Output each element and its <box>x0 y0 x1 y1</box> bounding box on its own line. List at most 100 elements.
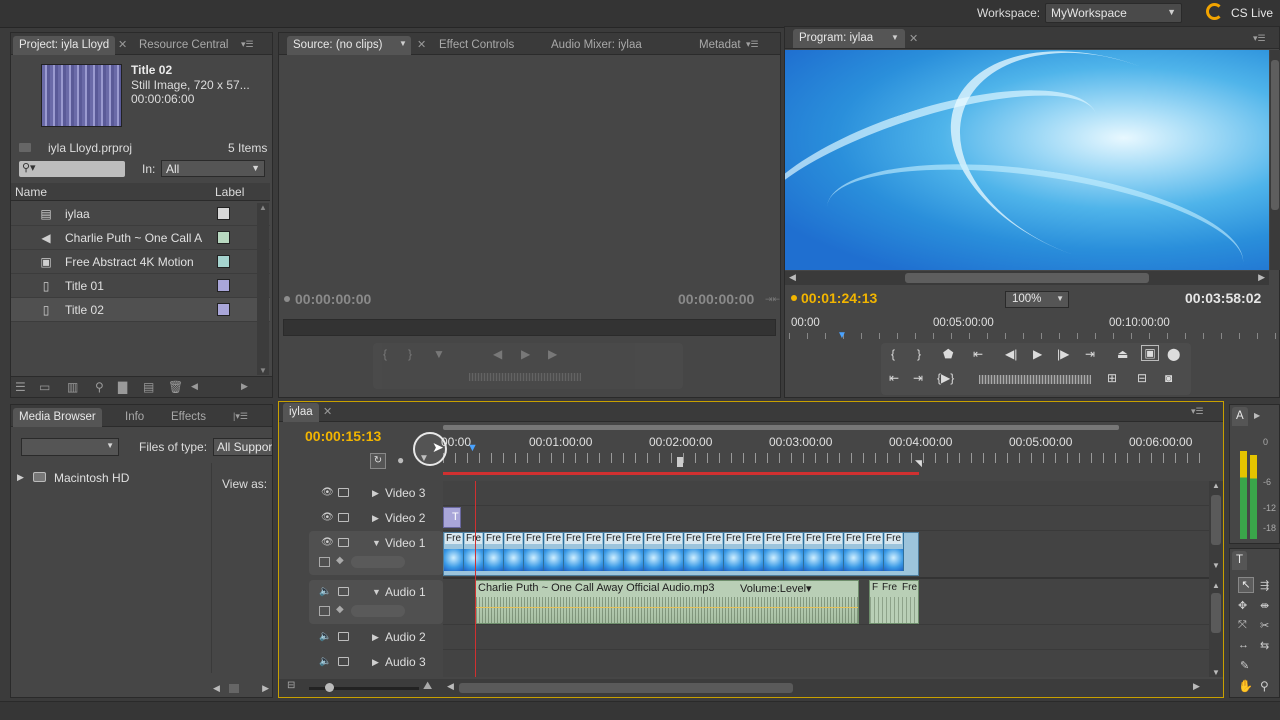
source-time-ruler[interactable] <box>283 319 776 336</box>
scroll-right-icon[interactable]: ▶ <box>262 683 269 694</box>
speaker-icon[interactable]: 🔈 <box>319 656 331 667</box>
program-v-scrollbar[interactable] <box>1270 50 1280 270</box>
audio-clip[interactable]: Charlie Puth ~ One Call Away Official Au… <box>475 580 859 624</box>
zoom-select[interactable]: 100% ▼ <box>1005 291 1069 308</box>
lift-icon[interactable]: ⏏ <box>1117 347 1128 361</box>
video-clip-segment[interactable]: Fre <box>764 533 784 571</box>
slip-tool-icon[interactable]: ↔ <box>1238 639 1249 651</box>
timeline-h-scroll-thumb[interactable] <box>459 683 793 693</box>
panel-menu-icon[interactable]: ▾☰ <box>1253 33 1266 44</box>
list-item[interactable]: ◀ Charlie Puth ~ One Call A <box>11 226 270 250</box>
close-icon[interactable]: ✕ <box>118 38 127 51</box>
slide-tool-icon[interactable]: ⇆ <box>1260 639 1269 652</box>
step-back-icon[interactable]: ◀ <box>493 347 502 361</box>
collapse-arrow-icon[interactable]: ▼ <box>372 587 381 597</box>
video-clip-segment[interactable]: Fre <box>504 533 524 571</box>
sync-lock-icon[interactable] <box>338 538 349 547</box>
zoom-slider-thumb[interactable] <box>325 683 334 692</box>
list-item[interactable]: ▯ Title 02 <box>11 298 270 322</box>
scroll-down-icon[interactable]: ▼ <box>1212 668 1220 677</box>
label-swatch[interactable] <box>217 207 230 220</box>
zoom-out-icon[interactable]: ⊟ <box>287 680 295 691</box>
go-to-out-icon[interactable]: ⇥ <box>1085 347 1095 361</box>
go-to-in-icon[interactable]: ⇤ <box>973 347 983 361</box>
cs-live-icon[interactable] <box>1206 3 1223 20</box>
expand-arrow-icon[interactable]: ▶ <box>372 513 379 524</box>
video-clip-segment[interactable]: Fre <box>744 533 764 571</box>
playhead-icon[interactable]: ▼ <box>837 330 847 341</box>
panel-menu-icon[interactable]: ▾☰ <box>1191 406 1204 417</box>
extract-icon[interactable]: ⊞ <box>1107 371 1117 385</box>
label-swatch[interactable] <box>217 279 230 292</box>
play-icon[interactable]: ▶ <box>521 347 530 361</box>
video-clip-segment[interactable]: Fre <box>804 533 824 571</box>
expand-arrow-icon[interactable]: ▶ <box>17 472 24 483</box>
mark-in-icon[interactable]: { <box>383 347 387 361</box>
scroll-left-icon[interactable]: ◀ <box>447 681 454 692</box>
trim-in-icon[interactable]: ⇤ <box>889 371 899 385</box>
video-clip-segment[interactable]: Fre <box>484 533 504 571</box>
scroll-right-icon[interactable]: ▶ <box>1193 681 1200 692</box>
hand-tool-icon[interactable]: ✋ <box>1238 679 1253 693</box>
list-view-icon[interactable]: ☰ <box>15 380 26 394</box>
rate-stretch-tool-icon[interactable]: ⤧ <box>1238 619 1247 632</box>
title-clip[interactable]: T <box>443 507 461 528</box>
tab-sequence[interactable]: iylaa <box>283 403 319 422</box>
track-select-tool-icon[interactable]: ⇶ <box>1260 579 1269 592</box>
marker-icon[interactable]: ▼ <box>433 347 445 361</box>
video-clip-segment[interactable]: Fre <box>724 533 744 571</box>
label-swatch[interactable] <box>217 255 230 268</box>
sync-lock-icon[interactable] <box>338 632 349 641</box>
eye-icon[interactable]: 👁 <box>321 537 334 548</box>
audio-clip-segments[interactable]: F Fre Fre <box>869 580 919 624</box>
tab-metadata[interactable]: Metadat <box>699 36 743 55</box>
column-label[interactable]: Label <box>215 185 244 199</box>
marker-bulb-icon[interactable]: ● <box>397 453 404 467</box>
search-input[interactable]: ⚲▾ <box>19 161 125 177</box>
tab-audio-mixer[interactable]: Audio Mixer: iylaa <box>551 36 642 55</box>
panel-menu-icon[interactable]: |▾☰ <box>233 411 248 422</box>
expand-arrow-icon[interactable]: ▶ <box>372 488 379 499</box>
video-clip-segment[interactable]: Fre <box>444 533 464 571</box>
column-name[interactable]: Name <box>15 185 47 199</box>
scroll-right-icon[interactable]: ▶ <box>241 381 248 392</box>
in-select[interactable]: All ▼ <box>161 160 265 177</box>
snap-icon[interactable]: ↻ <box>370 453 386 469</box>
new-bin-icon[interactable]: ▇ <box>118 380 127 394</box>
mark-in-icon[interactable]: { <box>891 347 895 361</box>
close-icon[interactable]: ✕ <box>417 38 426 51</box>
workspace-select[interactable]: MyWorkspace ▼ <box>1045 3 1182 23</box>
program-h-scrollbar[interactable]: ◀ ▶ <box>785 271 1269 285</box>
chevron-down-icon[interactable]: ▼ <box>891 33 899 42</box>
video-clip-segment[interactable]: Fre <box>864 533 884 571</box>
track-area[interactable]: T Fre Fre Fre Fre Fre Fre Fre Fre Fre Fre Fre Fre Fr… <box>443 481 1209 677</box>
video-clip-segment[interactable]: Fre <box>824 533 844 571</box>
display-style-icon[interactable] <box>319 557 330 567</box>
speaker-icon[interactable]: 🔈 <box>319 631 331 642</box>
scroll-down-icon[interactable]: ▼ <box>259 366 267 375</box>
video-clip[interactable]: Fre Fre Fre Fre Fre Fre Fre Fre Fre Fre Fre Fre Fre F… <box>443 532 919 576</box>
sync-lock-icon[interactable] <box>338 657 349 666</box>
playhead-icon[interactable]: ▼ <box>467 442 478 454</box>
scroll-left-icon[interactable]: ◀ <box>789 272 796 283</box>
timeline-v-scrollbar[interactable]: ▲ ▼ ▲ ▼ <box>1209 481 1223 677</box>
drive-name[interactable]: Macintosh HD <box>54 471 129 485</box>
rolling-edit-tool-icon[interactable]: ⇼ <box>1260 599 1269 612</box>
zoom-tool-icon[interactable]: ⚲ <box>1260 679 1269 693</box>
tab-project[interactable]: Project: iyla Lloyd <box>13 36 116 55</box>
mark-out-icon[interactable]: } <box>917 347 921 361</box>
audio-clip-fx[interactable]: Volume:Level▾ <box>740 582 812 595</box>
tab-source[interactable]: Source: (no clips) <box>287 36 411 55</box>
panel-menu-icon[interactable]: ▾☰ <box>241 39 254 50</box>
video-clip-segment[interactable]: Fre <box>684 533 704 571</box>
close-icon[interactable]: ✕ <box>909 32 918 45</box>
mark-out-icon[interactable]: } <box>408 347 412 361</box>
sync-lock-icon[interactable] <box>338 488 349 497</box>
play-in-to-out-icon[interactable]: {▶} <box>937 371 954 385</box>
timeline-timecode[interactable]: 00:00:15:13 <box>305 428 381 444</box>
video-clip-segment[interactable]: Fre <box>564 533 584 571</box>
list-item[interactable]: ▯ Title 01 <box>11 274 270 298</box>
tab-effect-controls[interactable]: Effect Controls <box>439 36 514 55</box>
list-item[interactable]: ▣ Free Abstract 4K Motion <box>11 250 270 274</box>
chevron-down-icon[interactable]: ▼ <box>399 39 407 48</box>
